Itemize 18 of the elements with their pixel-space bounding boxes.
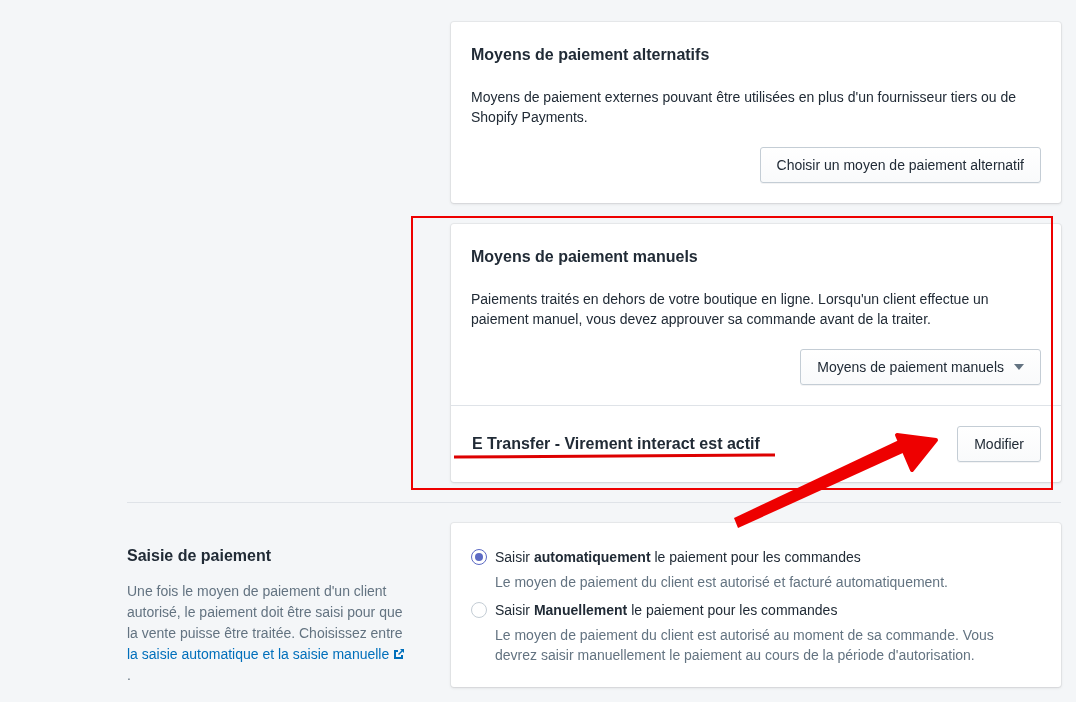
status-text: E Transfer - Virement interact est actif [471, 435, 760, 453]
help-link[interactable]: la saisie automatique et la saisie manuelle [127, 646, 406, 662]
option-label[interactable]: Saisir automatiquement le paiement pour les commandes [495, 547, 1041, 567]
caret-icon [1014, 364, 1024, 370]
card-title: Moyens de paiement manuels [471, 247, 699, 267]
option-hint: Le moyen de paiement du client est autorisé au moment de sa commande. Vous devrez saisir manuellement le paiement au cours de la période d'autorisation. [495, 626, 995, 665]
option-hint: Le moyen de paiement du client est autorisé et facturé automatiquement. [495, 573, 949, 592]
card-description: Paiements traités en dehors de votre boutique en ligne. Lorsqu'un client effectue un paiement manuel, vous devez approuver sa commande avant de la traiter. [471, 290, 990, 329]
card-description: Moyens de paiement externes pouvant être utilisées en plus d'un fournisseur tiers ou de Shopify Payments. [471, 88, 1018, 127]
choose-button[interactable]: Choisir un moyen de paiement alternatif [759, 147, 1041, 183]
external-link-icon [393, 648, 406, 660]
edit-button[interactable]: Modifier [957, 426, 1041, 462]
section-title: Saisie de paiement [127, 546, 273, 566]
card-title: Moyens de paiement alternatifs [471, 45, 711, 65]
radio-button[interactable] [471, 549, 487, 565]
dropdown-button[interactable]: Moyens de paiement manuels [800, 349, 1041, 385]
section-description: Une fois le moyen de paiement d'un client autorisé, le paiement doit être saisi pour que la vente puisse être traitée. Choisissez entre la saisie automatique et la saisie manuelle . [127, 581, 407, 686]
option-label[interactable]: Saisir Manuellement le paiement pour les commandes [495, 600, 1041, 620]
